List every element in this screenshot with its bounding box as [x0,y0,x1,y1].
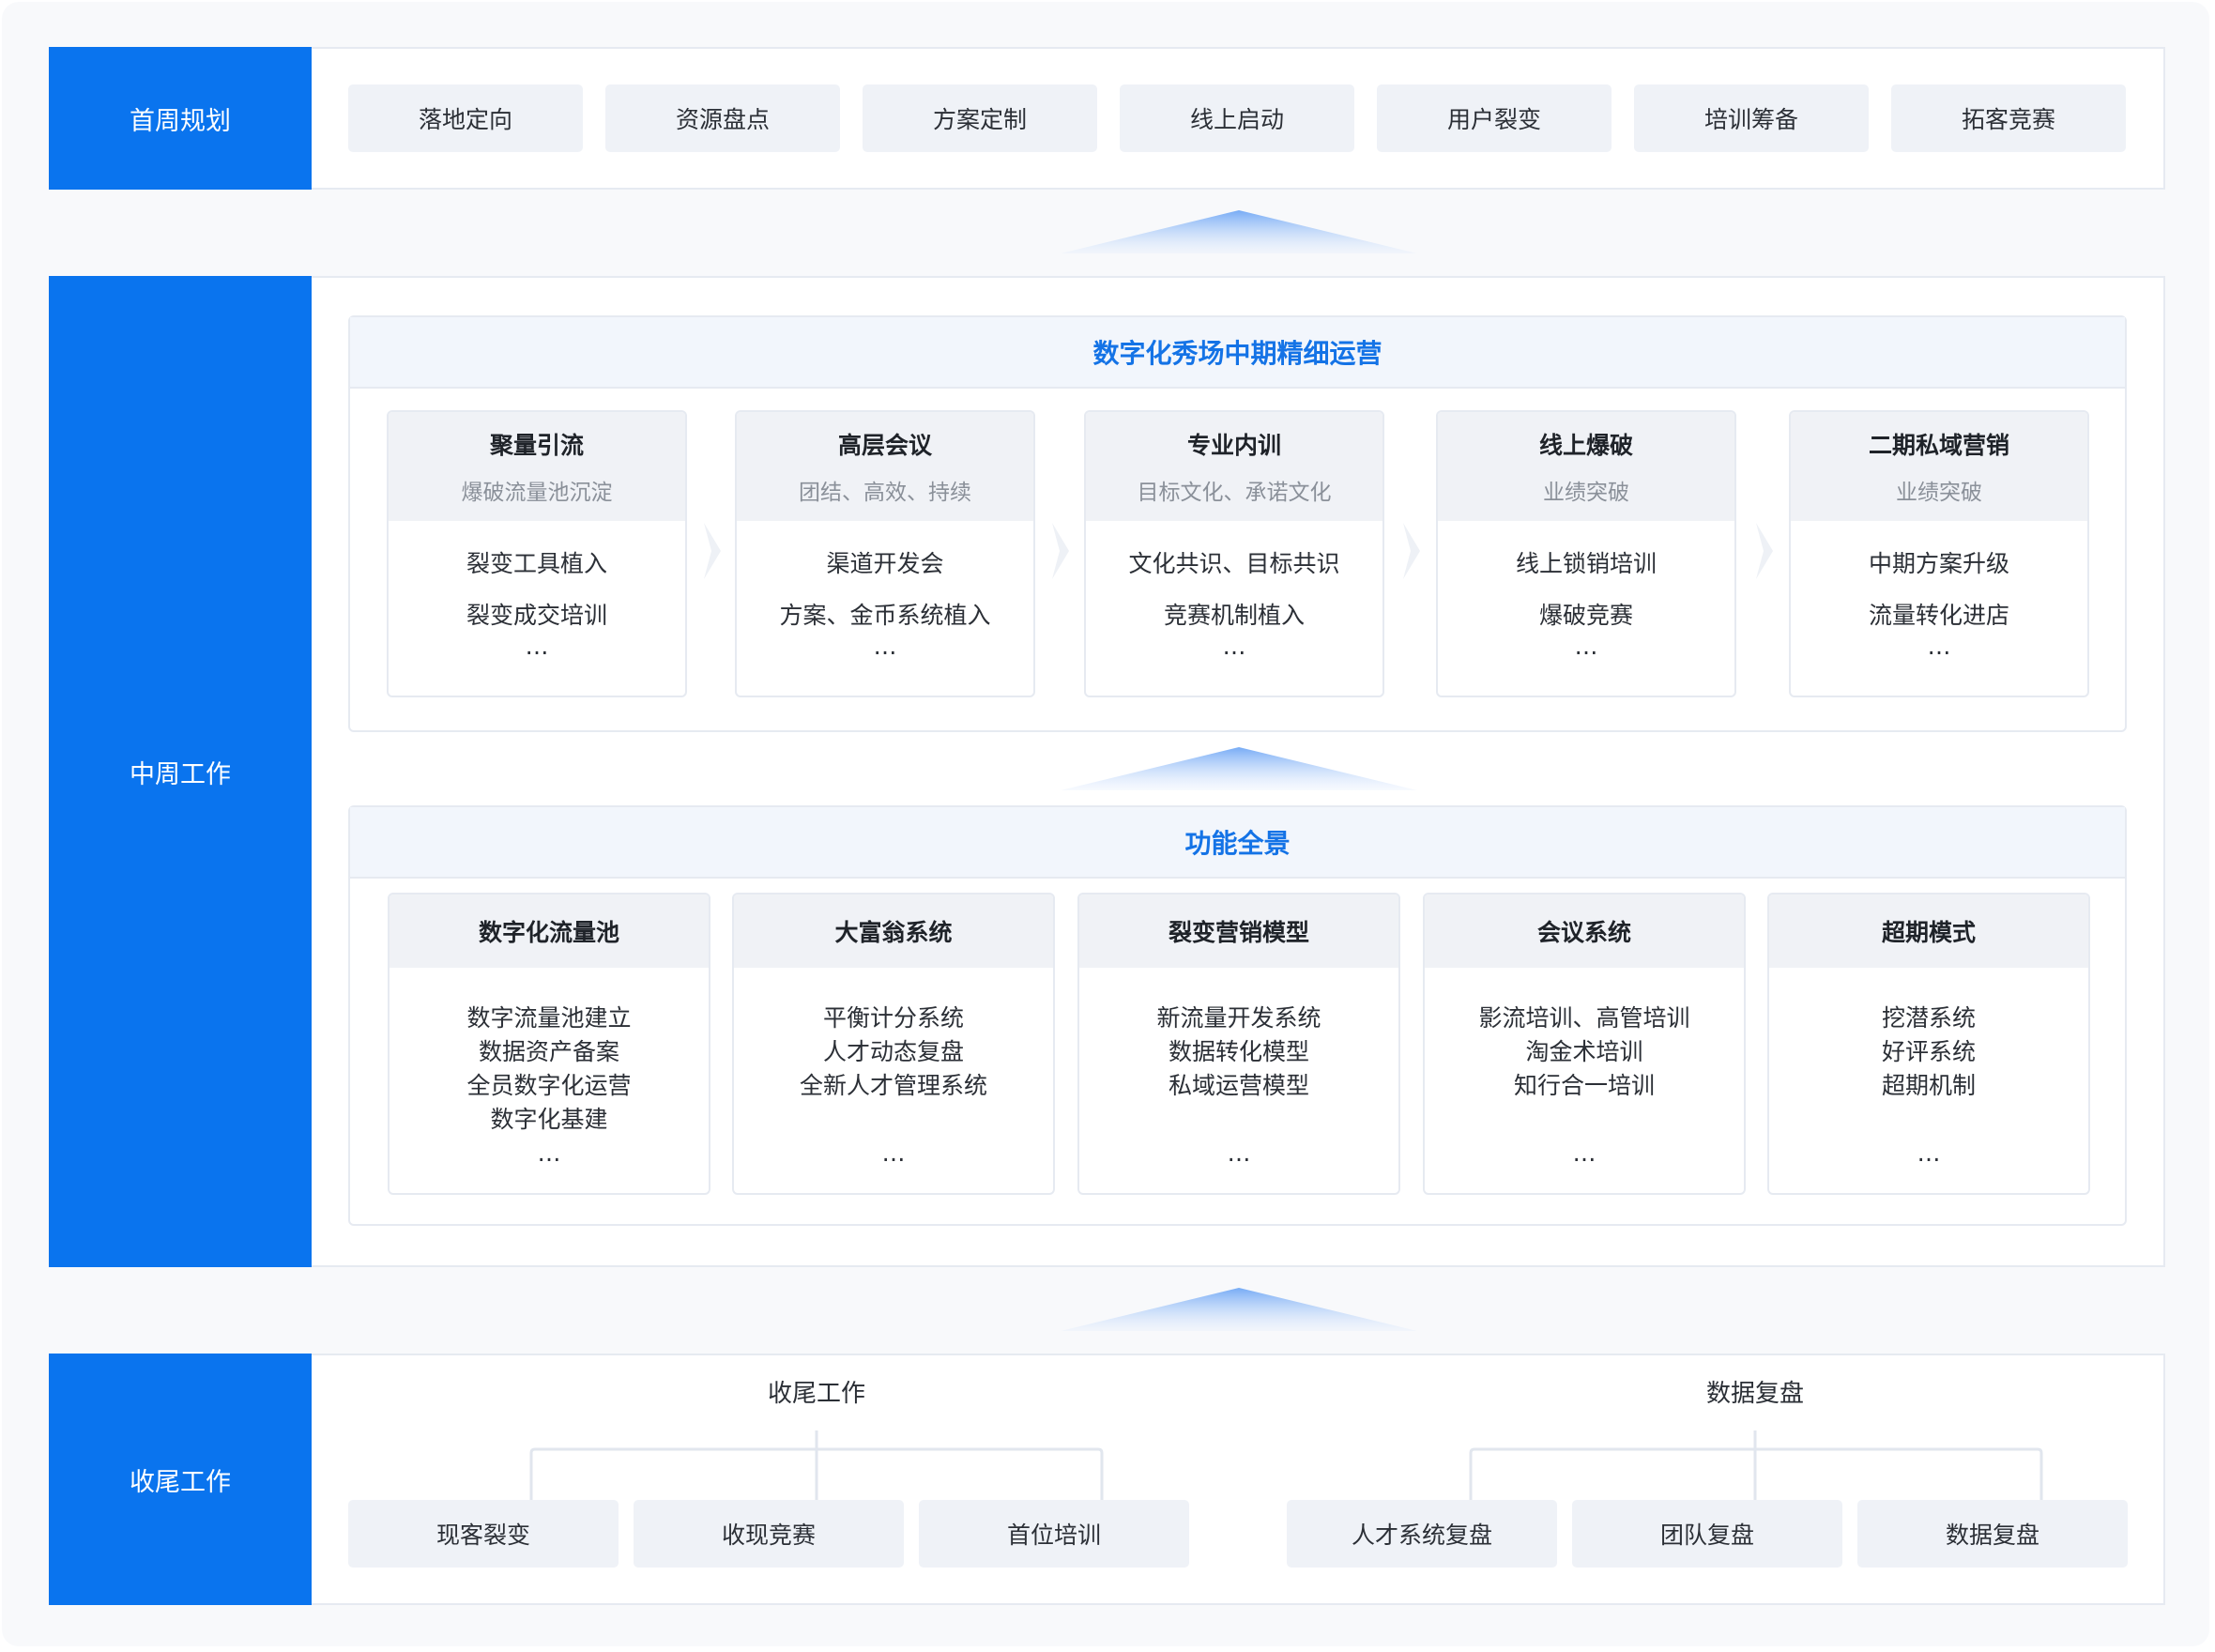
first-week-panel: 落地定向 资源盘点 方案定制 线上启动 用户裂变 培训筹备 拓客竞赛 [312,47,2165,190]
feature-card-item: 数据资产备案 [478,1038,619,1065]
feature-card: 大富翁系统 平衡计分系统 人才动态复盘 全新人才管理系统 … [732,893,1055,1195]
ops-card-item: 文化共识、目标共识 [1128,550,1340,577]
operations-title: 数字化秀场中期精细运营 [350,317,2125,389]
task-pill: 人才系统复盘 [1287,1500,1557,1568]
chevron-right-icon [1756,523,1773,579]
ops-card-item: 裂变成交培训 [466,602,607,629]
ops-card-subtitle: 团结、高效、持续 [799,481,971,505]
step-pill: 用户裂变 [1377,84,1612,152]
ops-card-subtitle: 爆破流量池沉淀 [461,481,613,505]
feature-card-ellipsis: … [537,1140,561,1167]
ops-card-subtitle: 目标文化、承诺文化 [1137,481,1332,505]
feature-card-title: 会议系统 [1536,919,1631,946]
ops-card-ellipsis: … [873,633,897,660]
step-pill: 落地定向 [348,84,583,152]
ops-card-item: 裂变工具植入 [466,550,607,577]
ops-card-title: 高层会议 [837,432,932,459]
feature-card-item: 数据转化模型 [1168,1038,1309,1065]
ops-card-item: 渠道开发会 [826,550,944,577]
ops-card-ellipsis: … [525,633,549,660]
middle-week-panel: 数字化秀场中期精细运营 聚量引流 爆破流量池沉淀 裂变工具植入 裂变成交培训 …… [312,276,2165,1267]
feature-card-item: 全员数字化运营 [466,1072,632,1099]
ops-card-subtitle: 业绩突破 [1543,481,1629,505]
feature-card-title: 裂变营销模型 [1168,919,1309,946]
step-pill: 培训筹备 [1634,84,1869,152]
ops-card-title: 线上爆破 [1538,432,1633,459]
step-pill: 拓客竞赛 [1891,84,2126,152]
up-arrow-icon [1061,210,1417,253]
feature-card-item: 新流量开发系统 [1156,1004,1321,1032]
step-pill: 方案定制 [863,84,1097,152]
task-pill: 团队复盘 [1572,1500,1842,1568]
final-week-row: 收尾工作 收尾工作 数据复盘 现客裂变 收现竞赛 首位培训 人才系统复盘 团队复… [49,1354,2165,1605]
feature-card-item: 淘金术培训 [1525,1038,1643,1065]
task-pill: 首位培训 [919,1500,1189,1568]
feature-card-item: 私域运营模型 [1168,1072,1309,1099]
ops-card: 线上爆破 业绩突破 线上锁销培训 爆破竞赛 … [1436,410,1736,697]
ops-card-title: 二期私域营销 [1868,432,2009,459]
feature-card-item: 影流培训、高管培训 [1478,1004,1690,1032]
feature-card-item: 数字化基建 [490,1106,608,1133]
ops-card: 专业内训 目标文化、承诺文化 文化共识、目标共识 竞赛机制植入 … [1084,410,1384,697]
middle-week-label: 中周工作 [49,276,312,1267]
group-title: 数据复盘 [1705,1380,1804,1408]
final-week-label: 收尾工作 [49,1354,312,1605]
feature-card-item: 好评系统 [1881,1038,1976,1065]
feature-card: 会议系统 影流培训、高管培训 淘金术培训 知行合一培训 … [1423,893,1746,1195]
feature-card-item: 知行合一培训 [1513,1072,1655,1099]
chevron-right-icon [704,523,721,579]
features-title: 功能全景 [350,807,2125,879]
feature-card-item: 数字流量池建立 [466,1004,632,1032]
task-pill: 收现竞赛 [634,1500,904,1568]
feature-card-ellipsis: … [1917,1140,1941,1167]
feature-card-title: 超期模式 [1881,919,1976,946]
first-week-label: 首周规划 [49,47,312,190]
middle-week-row: 中周工作 数字化秀场中期精细运营 聚量引流 爆破流量池沉淀 裂变工具植入 裂变成… [49,276,2165,1267]
feature-card-ellipsis: … [1572,1140,1596,1167]
feature-card-item: 人才动态复盘 [822,1038,964,1065]
ops-card-title: 聚量引流 [489,432,584,459]
feature-card-ellipsis: … [1227,1140,1251,1167]
ops-card-ellipsis: … [1927,633,1951,660]
feature-card-title: 数字化流量池 [478,919,619,946]
ops-card-item: 线上锁销培训 [1515,550,1657,577]
feature-card: 超期模式 挖潜系统 好评系统 超期机制 … [1767,893,2090,1195]
ops-card-ellipsis: … [1574,633,1598,660]
ops-card-item: 爆破竞赛 [1538,602,1633,629]
operations-panel: 数字化秀场中期精细运营 聚量引流 爆破流量池沉淀 裂变工具植入 裂变成交培训 …… [348,315,2127,732]
chevron-right-icon [1403,523,1420,579]
ops-card-item: 流量转化进店 [1868,602,2009,629]
ops-card: 聚量引流 爆破流量池沉淀 裂变工具植入 裂变成交培训 … [387,410,687,697]
ops-card: 二期私域营销 业绩突破 中期方案升级 流量转化进店 … [1789,410,2089,697]
feature-card-item: 挖潜系统 [1881,1004,1976,1032]
first-week-row: 首周规划 落地定向 资源盘点 方案定制 线上启动 用户裂变 培训筹备 拓客竞赛 [49,47,2165,190]
feature-card-item: 超期机制 [1881,1072,1976,1099]
feature-card: 数字化流量池 数字流量池建立 数据资产备案 全员数字化运营 数字化基建 … [388,893,710,1195]
feature-card-item: 全新人才管理系统 [799,1072,987,1099]
step-pill: 资源盘点 [605,84,840,152]
ops-card-item: 方案、金币系统植入 [779,602,991,629]
task-pill: 现客裂变 [348,1500,619,1568]
feature-card-title: 大富翁系统 [834,919,953,946]
feature-card-item: 平衡计分系统 [822,1004,964,1032]
task-pill: 数据复盘 [1857,1500,2128,1568]
final-week-panel: 收尾工作 数据复盘 现客裂变 收现竞赛 首位培训 人才系统复盘 团队复盘 数据复… [312,1354,2165,1605]
feature-card-ellipsis: … [881,1140,906,1167]
group-title: 收尾工作 [767,1380,865,1408]
up-arrow-icon [1061,747,1417,790]
ops-card: 高层会议 团结、高效、持续 渠道开发会 方案、金币系统植入 … [735,410,1035,697]
ops-card-subtitle: 业绩突破 [1896,481,1982,505]
ops-card-item: 中期方案升级 [1868,550,2009,577]
feature-card: 裂变营销模型 新流量开发系统 数据转化模型 私域运营模型 … [1077,893,1400,1195]
ops-card-title: 专业内训 [1186,432,1281,459]
chevron-right-icon [1052,523,1069,579]
ops-card-item: 竞赛机制植入 [1163,602,1305,629]
step-pill: 线上启动 [1120,84,1354,152]
up-arrow-icon [1061,1288,1417,1331]
features-panel: 功能全景 数字化流量池 数字流量池建立 数据资产备案 全员数字化运营 数字化基建… [348,805,2127,1226]
ops-card-ellipsis: … [1222,633,1246,660]
